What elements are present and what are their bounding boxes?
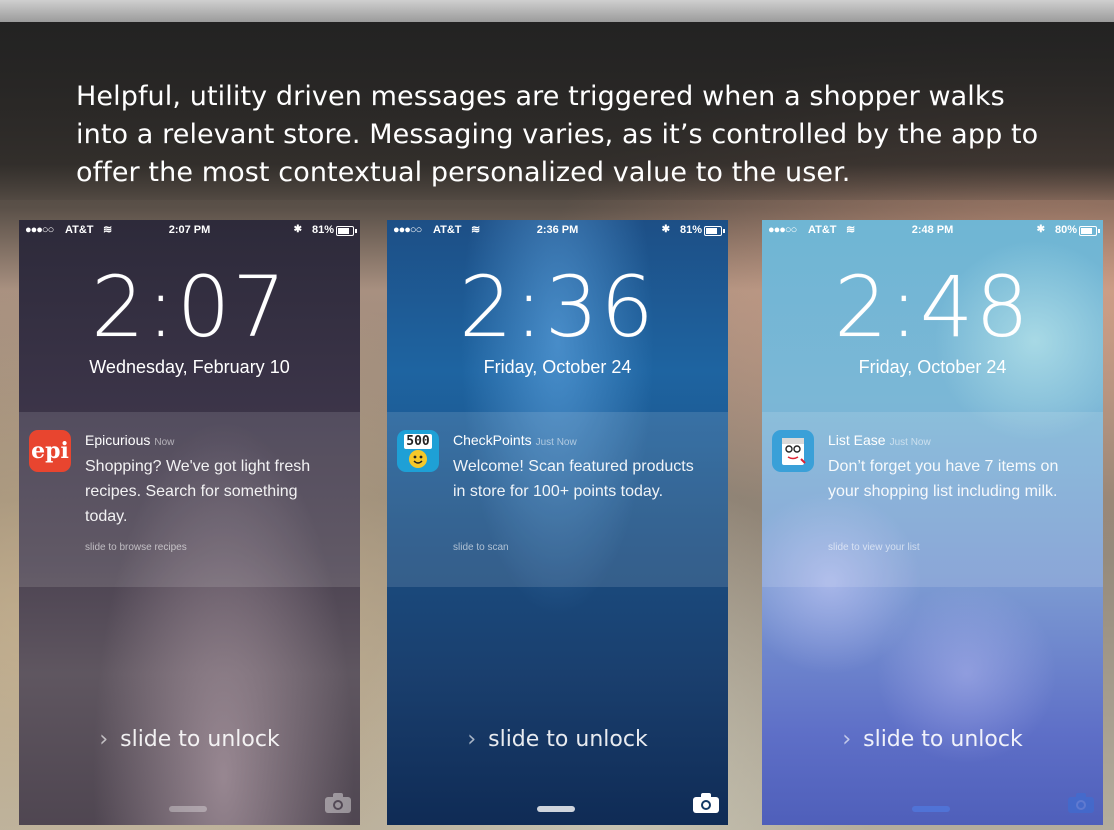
bluetooth-icon: ✱ xyxy=(293,224,302,235)
bluetooth-icon: ✱ xyxy=(1036,224,1045,235)
battery-percent: 81% xyxy=(311,224,334,236)
notification-message: Don’t forget you have 7 items on your sh… xyxy=(828,458,1059,500)
battery-icon xyxy=(704,226,725,236)
notepad-character-icon xyxy=(782,438,806,465)
status-time: 2:48 PM xyxy=(911,224,954,236)
lockscreen-epicurious: ●●●○○ AT&T ≋ 2:07 PM ✱ 81% 2:07 Wednesda… xyxy=(19,220,360,825)
lockscreen-checkpoints: ●●●○○ AT&T ≋ 2:36 PM ✱ 81% 2:36 Friday, … xyxy=(387,220,728,825)
notification-action[interactable]: slide to view your list xyxy=(828,542,920,553)
page-indicator xyxy=(169,806,207,812)
listease-app-icon xyxy=(772,430,814,472)
epicurious-app-icon: epi xyxy=(29,430,71,472)
status-bar: ●●●○○ AT&T ≋ 2:07 PM ✱ 81% xyxy=(19,220,360,240)
notification-time: Just Now xyxy=(889,437,931,448)
lock-clock: 2:07 xyxy=(91,258,288,357)
chevron-right-icon: › xyxy=(842,727,852,752)
notification[interactable]: epi Epicurious Now Shopping? We've got li… xyxy=(19,412,360,587)
smiley-icon xyxy=(409,450,427,468)
lock-clock: 2:48 xyxy=(834,258,1031,357)
page-indicator xyxy=(912,806,950,812)
headline-band: Helpful, utility driven messages are tri… xyxy=(0,22,1114,200)
status-time: 2:07 PM xyxy=(168,224,211,236)
battery-percent: 81% xyxy=(679,224,702,236)
top-band xyxy=(0,0,1114,22)
bluetooth-icon: ✱ xyxy=(661,224,670,235)
status-bar: ●●●○○ AT&T ≋ 2:48 PM ✱ 80% xyxy=(762,220,1103,240)
lock-clock: 2:36 xyxy=(459,258,656,357)
lock-date: Friday, October 24 xyxy=(483,357,632,377)
headline-text: Helpful, utility driven messages are tri… xyxy=(76,81,1039,188)
slide-to-unlock[interactable]: › slide to unlock xyxy=(387,727,728,752)
status-time: 2:36 PM xyxy=(536,224,579,236)
notification-message: Shopping? We've got light fresh recipes.… xyxy=(85,458,311,525)
notification[interactable]: 500 CheckPoints Just Now Welcome! Scan fe… xyxy=(387,412,728,587)
camera-icon[interactable] xyxy=(324,792,352,814)
status-bar: ●●●○○ AT&T ≋ 2:36 PM ✱ 81% xyxy=(387,220,728,240)
notification-action[interactable]: slide to browse recipes xyxy=(85,542,187,553)
chevron-right-icon: › xyxy=(99,727,109,752)
chevron-right-icon: › xyxy=(467,727,477,752)
notification-message: Welcome! Scan featured products in store… xyxy=(453,458,694,500)
page-indicator xyxy=(537,806,575,812)
battery-icon xyxy=(1079,226,1100,236)
notification-time: Just Now xyxy=(535,437,577,448)
lock-date: Wednesday, February 10 xyxy=(89,357,290,377)
notification-app-name: CheckPoints Just Now xyxy=(453,432,577,448)
lock-date: Friday, October 24 xyxy=(858,357,1007,377)
notification-app-name: Epicurious Now xyxy=(85,432,175,448)
camera-icon[interactable] xyxy=(1067,792,1095,814)
notification[interactable]: List Ease Just Now Don’t forget you have … xyxy=(762,412,1103,587)
battery-icon xyxy=(336,226,357,236)
camera-icon[interactable] xyxy=(692,792,720,814)
slide-to-unlock[interactable]: › slide to unlock xyxy=(19,727,360,752)
notification-time: Now xyxy=(154,437,175,448)
slide-to-unlock[interactable]: › slide to unlock xyxy=(762,727,1103,752)
lockscreen-listease: ●●●○○ AT&T ≋ 2:48 PM ✱ 80% 2:48 Friday, … xyxy=(762,220,1103,825)
battery-percent: 80% xyxy=(1054,224,1077,236)
notification-action[interactable]: slide to scan xyxy=(453,542,509,553)
checkpoints-app-icon: 500 xyxy=(397,430,439,472)
notification-app-name: List Ease Just Now xyxy=(828,432,931,448)
